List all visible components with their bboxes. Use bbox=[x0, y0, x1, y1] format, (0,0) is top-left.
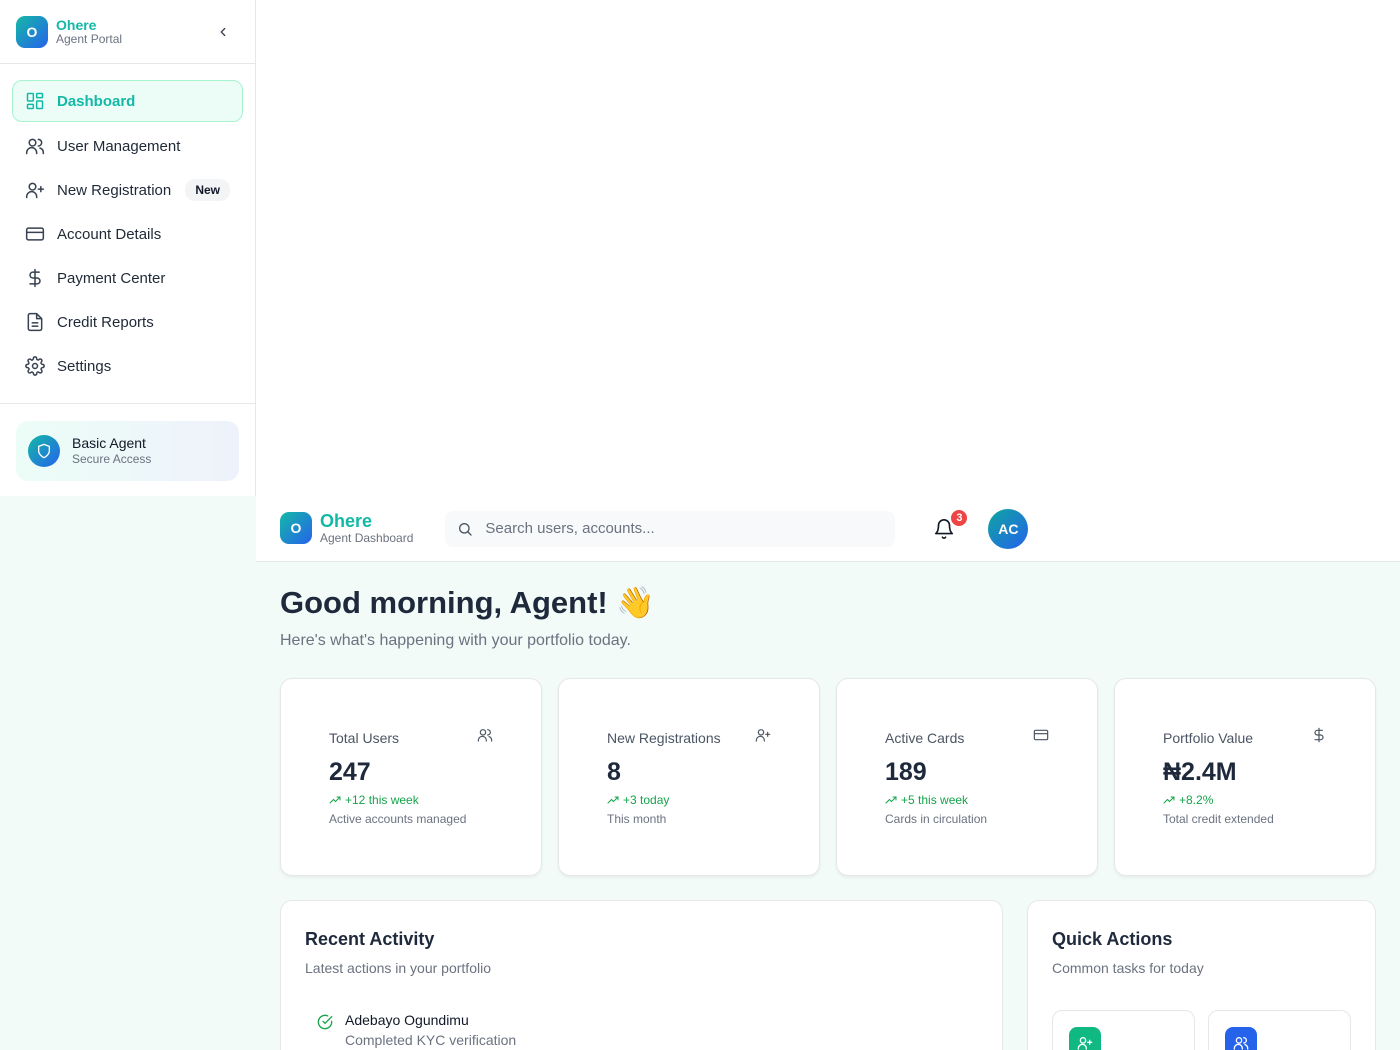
credit-card-icon bbox=[25, 224, 45, 244]
stat-card-total-users: Total Users 247 +12 this week Active acc… bbox=[280, 678, 542, 876]
search-icon bbox=[459, 522, 473, 536]
stat-description: This month bbox=[607, 812, 667, 826]
dollar-icon bbox=[25, 268, 45, 288]
notification-count-badge: 3 bbox=[949, 507, 970, 528]
shield-icon bbox=[28, 435, 60, 467]
sidebar-item-credit-reports[interactable]: Credit Reports bbox=[12, 301, 243, 343]
activity-user: Adebayo Ogundimu bbox=[345, 1012, 469, 1028]
header-brand-subtitle: Agent Dashboard bbox=[320, 530, 414, 545]
stat-value: ₦2.4M bbox=[1163, 758, 1237, 786]
sidebar-item-label: User Management bbox=[57, 137, 181, 155]
search-box bbox=[445, 510, 896, 547]
activity-description: Completed KYC verification bbox=[345, 1032, 517, 1048]
stat-label: Portfolio Value bbox=[1163, 729, 1254, 746]
header-brand: O Ohere Agent Dashboard bbox=[280, 511, 413, 545]
sidebar: O Ohere Agent Portal Dashboard User Mana… bbox=[0, 0, 256, 496]
recent-activity-subtitle: Latest actions in your portfolio bbox=[305, 960, 491, 976]
user-avatar[interactable]: AC bbox=[988, 508, 1029, 549]
search-input[interactable] bbox=[485, 520, 866, 537]
sidebar-item-label: Payment Center bbox=[57, 269, 166, 287]
stat-value: 247 bbox=[329, 758, 371, 786]
chevron-left-icon bbox=[220, 27, 226, 36]
sidebar-item-dashboard[interactable]: Dashboard bbox=[12, 80, 243, 122]
stat-card-new-registrations: New Registrations 8 +3 today This month bbox=[558, 678, 820, 876]
check-circle-icon bbox=[317, 1014, 333, 1030]
agent-status-card: Basic Agent Secure Access bbox=[16, 421, 239, 481]
agent-info: Basic Agent Secure Access bbox=[72, 435, 151, 468]
sidebar-item-user-management[interactable]: User Management bbox=[12, 125, 243, 167]
stat-description: Total credit extended bbox=[1163, 812, 1274, 826]
users-icon bbox=[1225, 1027, 1257, 1050]
stat-trend-text: +8.2% bbox=[1179, 793, 1214, 807]
stat-card-portfolio-value: Portfolio Value ₦2.4M +8.2% Total credit… bbox=[1114, 678, 1376, 876]
stat-trend-text: +12 this week bbox=[345, 793, 419, 807]
sidebar-item-account-details[interactable]: Account Details bbox=[12, 213, 243, 255]
stat-trend-text: +5 this week bbox=[901, 793, 969, 807]
dollar-icon bbox=[1311, 727, 1327, 748]
brand: Ohere Agent Portal bbox=[56, 17, 122, 47]
quick-actions-panel: Quick Actions Common tasks for today bbox=[1027, 900, 1376, 1050]
trend-up-icon bbox=[607, 796, 619, 804]
activity-text: Adebayo Ogundimu Completed KYC verificat… bbox=[345, 1012, 516, 1048]
quick-action-new-registration[interactable] bbox=[1052, 1010, 1195, 1050]
greeting-title: Good morning, Agent! 👋 bbox=[280, 585, 655, 620]
quick-actions-grid bbox=[1052, 1010, 1351, 1050]
greeting-subtitle: Here's what's happening with your portfo… bbox=[280, 632, 631, 649]
trend-up-icon bbox=[885, 796, 897, 804]
quick-action-user-management[interactable] bbox=[1208, 1010, 1351, 1050]
quick-actions-title: Quick Actions bbox=[1052, 929, 1173, 949]
users-icon bbox=[25, 136, 45, 156]
document-icon bbox=[25, 312, 45, 332]
user-plus-icon bbox=[755, 727, 771, 748]
sidebar-item-label: Account Details bbox=[57, 225, 162, 243]
header-brand-text: Ohere Agent Dashboard bbox=[320, 511, 413, 545]
sidebar-item-label: New Registration bbox=[57, 181, 172, 199]
sidebar-item-label: Settings bbox=[57, 357, 112, 375]
sidebar-item-label: Dashboard bbox=[57, 92, 136, 110]
stat-value: 8 bbox=[607, 758, 621, 786]
sidebar-item-payment-center[interactable]: Payment Center bbox=[12, 257, 243, 299]
header-brand-name: Ohere bbox=[320, 511, 373, 532]
top-header: O Ohere Agent Dashboard 3 AC bbox=[256, 496, 1400, 562]
sidebar-nav: Dashboard User Management New Registrati… bbox=[0, 64, 255, 404]
blank-content-area bbox=[256, 0, 1400, 496]
stat-value: 189 bbox=[885, 758, 927, 786]
trend-up-icon bbox=[1163, 796, 1175, 804]
list-item[interactable]: Adebayo Ogundimu Completed KYC verificat… bbox=[305, 1012, 978, 1048]
sidebar-header: O Ohere Agent Portal bbox=[0, 0, 255, 64]
agent-access: Secure Access bbox=[72, 452, 152, 467]
user-plus-icon bbox=[25, 180, 45, 200]
quick-actions-subtitle: Common tasks for today bbox=[1052, 960, 1204, 976]
header-logo: O bbox=[280, 512, 312, 545]
stat-trend: +8.2% bbox=[1163, 793, 1327, 807]
stat-trend: +3 today bbox=[607, 793, 771, 807]
brand-logo: O bbox=[16, 15, 48, 48]
sidebar-item-label: Credit Reports bbox=[57, 313, 154, 331]
notifications-button[interactable]: 3 bbox=[933, 507, 970, 540]
stat-label: Total Users bbox=[329, 729, 400, 746]
users-icon bbox=[477, 727, 493, 748]
recent-activity-panel: Recent Activity Latest actions in your p… bbox=[280, 900, 1003, 1050]
recent-activity-title: Recent Activity bbox=[305, 929, 435, 949]
dashboard-icon bbox=[25, 91, 45, 111]
trend-up-icon bbox=[329, 796, 341, 804]
brand-subtitle: Agent Portal bbox=[56, 31, 123, 46]
agent-role: Basic Agent bbox=[72, 434, 146, 451]
stat-trend: +5 this week bbox=[885, 793, 1049, 807]
sidebar-item-new-registration[interactable]: New Registration New bbox=[12, 169, 243, 211]
sidebar-item-settings[interactable]: Settings bbox=[12, 345, 243, 387]
stat-description: Cards in circulation bbox=[885, 812, 988, 826]
user-plus-icon bbox=[1069, 1027, 1101, 1050]
stat-label: Active Cards bbox=[885, 729, 965, 746]
stat-label: New Registrations bbox=[607, 729, 721, 746]
brand-name: Ohere bbox=[56, 16, 97, 33]
stat-trend: +12 this week bbox=[329, 793, 493, 807]
collapse-sidebar-button[interactable] bbox=[215, 24, 231, 40]
new-badge: New bbox=[185, 179, 230, 201]
gear-icon bbox=[25, 356, 45, 376]
stat-description: Active accounts managed bbox=[329, 812, 467, 826]
credit-card-icon bbox=[1033, 727, 1049, 748]
stat-card-active-cards: Active Cards 189 +5 this week Cards in c… bbox=[836, 678, 1098, 876]
stat-trend-text: +3 today bbox=[623, 793, 670, 807]
